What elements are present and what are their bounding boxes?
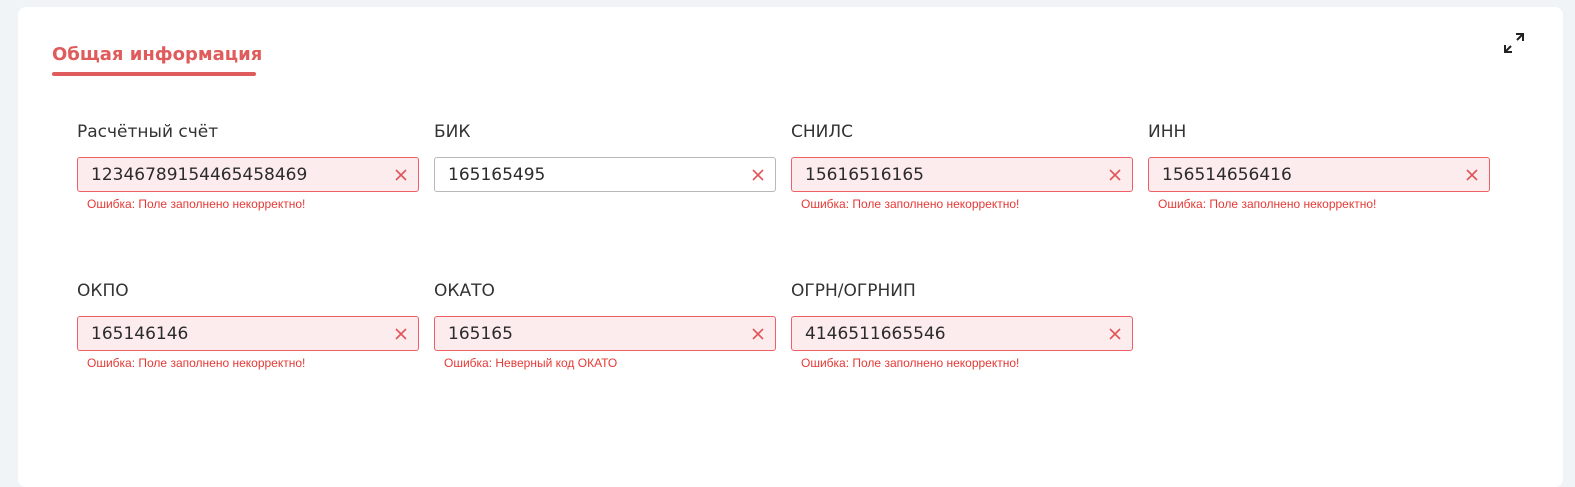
field-settlement-account: Расчётный счёт Ошибка: Поле заполнено не… xyxy=(77,121,419,211)
expand-icon[interactable] xyxy=(1502,31,1526,55)
clear-icon[interactable] xyxy=(750,167,766,183)
clear-icon[interactable] xyxy=(750,326,766,342)
error-message: Ошибка: Поле заполнено некорректно! xyxy=(801,356,1020,370)
input-wrapper xyxy=(1148,157,1490,192)
clear-icon[interactable] xyxy=(393,167,409,183)
error-message: Ошибка: Поле заполнено некорректно! xyxy=(87,197,306,211)
tab-general-info[interactable]: Общая информация xyxy=(52,44,262,65)
field-ogrn: ОГРН/ОГРНИП Ошибка: Поле заполнено некор… xyxy=(791,280,1133,370)
field-inn: ИНН Ошибка: Поле заполнено некорректно! xyxy=(1148,121,1490,211)
field-snils: СНИЛС Ошибка: Поле заполнено некорректно… xyxy=(791,121,1133,211)
general-info-card: Общая информация Расчётный счёт Ошибка: … xyxy=(18,7,1563,487)
error-message: Ошибка: Неверный код ОКАТО xyxy=(444,356,618,370)
field-okato: ОКАТО Ошибка: Неверный код ОКАТО xyxy=(434,280,776,370)
snils-input[interactable] xyxy=(792,158,1105,191)
field-label: ОКПО xyxy=(77,281,129,301)
clear-icon[interactable] xyxy=(1464,167,1480,183)
field-label: ОКАТО xyxy=(434,281,495,301)
input-wrapper xyxy=(791,316,1133,351)
field-label: ОГРН/ОГРНИП xyxy=(791,281,916,301)
field-bik: БИК xyxy=(434,121,776,192)
inn-input[interactable] xyxy=(1149,158,1462,191)
input-wrapper xyxy=(434,316,776,351)
settlement-account-input[interactable] xyxy=(78,158,391,191)
active-tab-indicator xyxy=(52,72,256,76)
error-message: Ошибка: Поле заполнено некорректно! xyxy=(1158,197,1377,211)
clear-icon[interactable] xyxy=(393,326,409,342)
field-label: БИК xyxy=(434,122,471,142)
input-wrapper xyxy=(77,157,419,192)
okpo-input[interactable] xyxy=(78,317,391,350)
input-wrapper xyxy=(791,157,1133,192)
ogrn-input[interactable] xyxy=(792,317,1105,350)
field-okpo: ОКПО Ошибка: Поле заполнено некорректно! xyxy=(77,280,419,370)
field-label: СНИЛС xyxy=(791,122,854,142)
clear-icon[interactable] xyxy=(1107,167,1123,183)
input-wrapper xyxy=(77,316,419,351)
error-message: Ошибка: Поле заполнено некорректно! xyxy=(87,356,306,370)
okato-input[interactable] xyxy=(435,317,748,350)
error-message: Ошибка: Поле заполнено некорректно! xyxy=(801,197,1020,211)
clear-icon[interactable] xyxy=(1107,326,1123,342)
field-label: ИНН xyxy=(1148,122,1187,142)
input-wrapper xyxy=(434,157,776,192)
field-label: Расчётный счёт xyxy=(77,122,219,142)
bik-input[interactable] xyxy=(435,158,748,191)
